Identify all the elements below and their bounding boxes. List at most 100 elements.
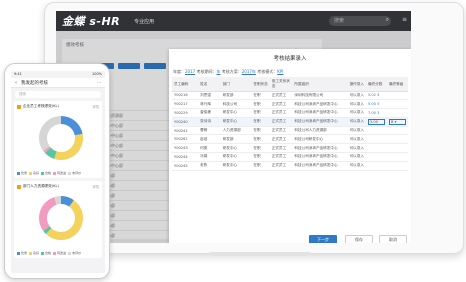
table-cell: 科技公司深圳产品研发中心 bbox=[292, 152, 348, 162]
table-cell: 正式员工 bbox=[269, 143, 293, 154]
grade-select[interactable]: B ▾ bbox=[388, 118, 406, 125]
table-cell: 张诗诗 bbox=[198, 117, 221, 127]
table-row[interactable]: Y00245 老陈 研发中心 在职 正式员工 科技公司深圳产品研发中心 可以录入 bbox=[172, 161, 408, 171]
card-detail-link[interactable]: 详情 bbox=[92, 184, 99, 189]
assessment-card[interactable]: 企业员工考核绩效(KL) 详情 优秀 良好 合格 待改进 未评价 bbox=[14, 101, 102, 178]
legend-item: 待改进 bbox=[53, 251, 66, 255]
legend-item: 合格 bbox=[41, 251, 51, 255]
brand-logo: 金蝶 s-HR bbox=[62, 15, 121, 28]
filter-label: 考核期间： bbox=[196, 69, 217, 74]
table-cell[interactable] bbox=[365, 134, 387, 145]
table-cell: 可以录入 bbox=[347, 117, 366, 127]
legend-item: 未评价 bbox=[68, 251, 81, 255]
table-cell[interactable] bbox=[386, 134, 408, 145]
next-button[interactable]: 下一步 bbox=[309, 235, 337, 243]
dialog-title: 考核结果录入 bbox=[273, 56, 307, 62]
table-cell: 在职 bbox=[251, 126, 270, 136]
table-cell: Y00244 bbox=[172, 152, 199, 162]
table-row[interactable]: Y00216 刘思强 研发部 在职 正式员工 深圳科技有限公司 可以录入 5.02 5 bbox=[172, 91, 408, 101]
table-cell[interactable]: 5.02 5 bbox=[365, 91, 387, 101]
search-icon[interactable]: ⌕ bbox=[386, 16, 389, 24]
table-cell[interactable] bbox=[386, 143, 408, 154]
plan-filter[interactable]: 2017年 bbox=[242, 69, 256, 74]
table-cell: 研发中心 bbox=[220, 161, 252, 171]
column-header: 部门 bbox=[220, 77, 252, 92]
table-row[interactable]: Y00243 何燕 研发中心 在职 正式员工 科技公司深圳产品研发中心 可以录入 bbox=[172, 143, 408, 154]
mode-filter[interactable]: KPI bbox=[277, 69, 283, 74]
chart-legend: 优秀 良好 合格 待改进 未评价 bbox=[17, 171, 99, 175]
table-cell: 赵培 bbox=[198, 134, 221, 145]
table-cell: 林行辉 bbox=[198, 99, 221, 110]
phone-status-bar: 9:41 100% bbox=[11, 71, 105, 78]
legend-item: 未评价 bbox=[68, 171, 81, 175]
table-row[interactable]: Y00229 曾俊峰 研发中心 在职 正式员工 科技公司深圳产品研发中心 可以录入 7.00 … bbox=[172, 108, 408, 118]
table-cell[interactable] bbox=[386, 152, 408, 162]
table-cell: 正式员工 bbox=[269, 99, 293, 110]
legend-swatch bbox=[68, 251, 72, 255]
table-cell: 研发中心 bbox=[220, 152, 252, 162]
table-cell: Y00217 bbox=[172, 99, 199, 110]
phone-screen: 9:41 100% ‹ 我发起的考核 ··· 搜索 企业员工考核绩效(KL) 详… bbox=[11, 71, 105, 273]
table-cell[interactable]: 5.00 5 bbox=[365, 99, 387, 110]
score-cell[interactable]: 5.00 bbox=[365, 117, 387, 127]
table-cell: 在职 bbox=[251, 161, 270, 171]
phone-nav-title: 我发起的考核 bbox=[21, 80, 48, 86]
table-cell[interactable]: 7.00 3 bbox=[365, 108, 387, 118]
table-cell[interactable] bbox=[365, 152, 387, 162]
phone-nav-bar: ‹ 我发起的考核 ··· bbox=[11, 78, 105, 88]
table-cell[interactable] bbox=[365, 161, 387, 171]
table-cell: 刘思强 bbox=[198, 91, 221, 101]
table-cell[interactable] bbox=[365, 126, 387, 136]
table-cell: 研发部 bbox=[220, 134, 252, 145]
table-cell[interactable] bbox=[386, 91, 408, 101]
table-row[interactable]: Y00217 林行辉 科技公司 在职 正式员工 科技公司深圳产品研发中心 可以录入 5.00 … bbox=[172, 99, 408, 110]
table-cell: 研发中心 bbox=[220, 108, 252, 118]
donut-slice bbox=[39, 116, 61, 151]
card-detail-link[interactable]: 详情 bbox=[92, 104, 99, 109]
year-filter[interactable]: 2017 bbox=[185, 69, 195, 74]
table-row[interactable]: Y00240 张诗诗 研发中心 在职 正式员工 科技公司深圳产品研发中心 可以录入 5.00 B… bbox=[172, 117, 408, 127]
score-entry-dialog: 考核结果录入 年度：2017 考核期间：年 考核方案：2017年 考核模式：KP… bbox=[169, 49, 411, 243]
table-cell[interactable] bbox=[386, 108, 408, 118]
top-bar: 金蝶 s-HR 专业应用 搜索 ⌕ ≡ bbox=[56, 11, 411, 31]
table-cell: 科技公司深圳产品研发中心 bbox=[292, 108, 348, 118]
column-header: 用工关系状态 bbox=[269, 77, 293, 92]
table-cell: 研发中心 bbox=[220, 117, 252, 127]
legend-item: 优秀 bbox=[17, 251, 27, 255]
period-filter[interactable]: 年 bbox=[216, 69, 220, 74]
table-row[interactable]: Y00244 冯娟 研发中心 在职 正式员工 科技公司深圳产品研发中心 可以录入 bbox=[172, 152, 408, 162]
table-cell: 科技公司深圳产品研发中心 bbox=[292, 143, 348, 154]
table-cell: 深圳科技有限公司 bbox=[292, 91, 348, 101]
cancel-button[interactable]: 取消 bbox=[379, 235, 407, 243]
top-search-input[interactable]: 搜索 bbox=[329, 16, 391, 26]
column-header: 最终等级 bbox=[386, 77, 408, 92]
table-cell: 可以录入 bbox=[347, 99, 366, 110]
table-cell[interactable] bbox=[386, 161, 408, 171]
assessment-card[interactable]: 部门人力资源绩效(KL) 详情 优秀 良好 合格 待改进 未评价 bbox=[14, 181, 102, 258]
legend-item: 合格 bbox=[41, 171, 51, 175]
donut-chart bbox=[39, 196, 83, 240]
table-row[interactable]: Y00262 赵培 研发部 在职 正式员工 科技公司研发中心 可以录入 bbox=[172, 134, 408, 145]
status-battery: 100% bbox=[91, 72, 102, 76]
table-cell[interactable] bbox=[386, 126, 408, 136]
table-cell[interactable] bbox=[386, 99, 408, 110]
filter-label: 考核模式： bbox=[257, 69, 278, 74]
score-input[interactable]: 5.00 bbox=[367, 118, 385, 125]
table-cell: Y00262 bbox=[172, 134, 199, 145]
legend-label: 合格 bbox=[45, 251, 52, 255]
column-header: 所属组织 bbox=[292, 77, 348, 92]
menu-icon[interactable]: ≡ bbox=[402, 16, 407, 23]
save-button[interactable]: 保存 bbox=[345, 235, 373, 243]
back-icon[interactable]: ‹ bbox=[15, 80, 17, 86]
table-cell: 在职 bbox=[251, 108, 270, 118]
table-cell[interactable] bbox=[365, 143, 387, 154]
grade-cell[interactable]: B ▾ bbox=[386, 117, 408, 127]
table-row[interactable]: Y00241 曹畅 人力资源部 在职 正式员工 科技公司人力资源部 可以录入 bbox=[172, 126, 408, 136]
table-cell: 科技公司深圳产品研发中心 bbox=[292, 117, 348, 127]
more-icon[interactable]: ··· bbox=[97, 80, 101, 85]
top-menu-item[interactable]: 专业应用 bbox=[134, 18, 154, 25]
table-cell: 曹畅 bbox=[198, 126, 221, 136]
table-cell: 正式员工 bbox=[269, 91, 293, 101]
phone-search-input[interactable]: 搜索 bbox=[15, 91, 101, 98]
phone-frame: 9:41 100% ‹ 我发起的考核 ··· 搜索 企业员工考核绩效(KL) 详… bbox=[4, 63, 110, 279]
